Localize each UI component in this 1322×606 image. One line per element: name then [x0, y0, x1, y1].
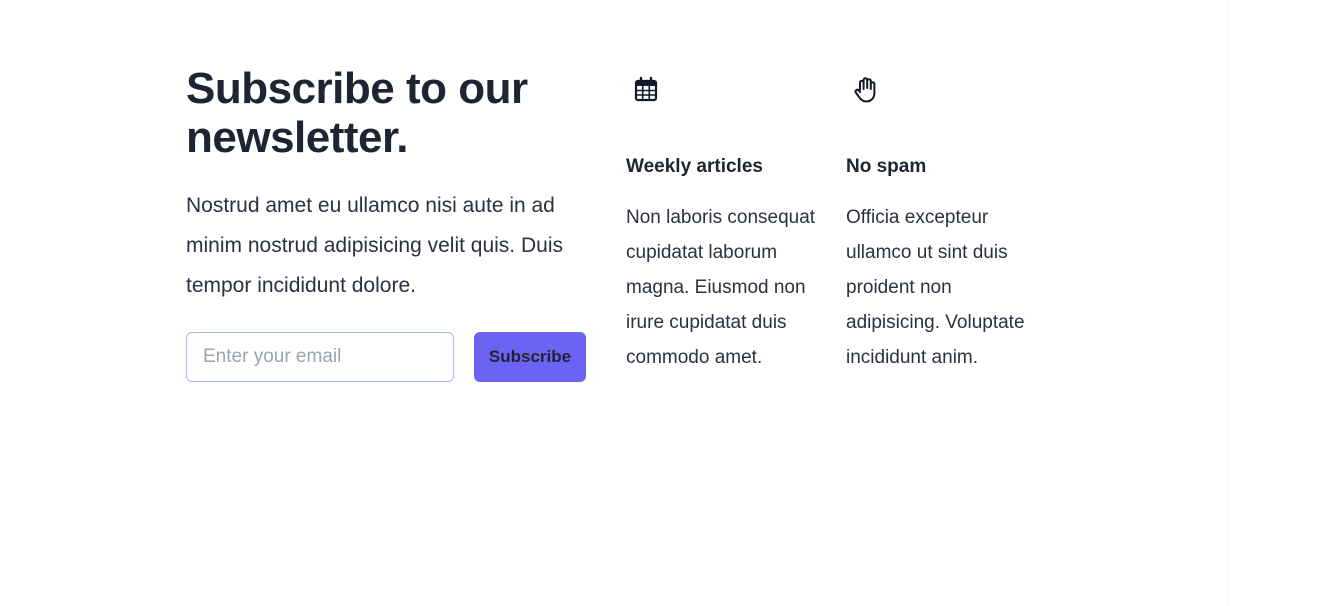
feature-text: Officia excepteur ullamco ut sint duis p… — [846, 207, 1025, 368]
subscribe-form: Subscribe — [186, 332, 586, 382]
feature-weekly-articles: Weekly articles Non laboris consequat cu… — [626, 74, 826, 375]
feature-text: Non laboris consequat cupidatat laborum … — [626, 207, 816, 368]
page-edge-divider — [1228, 0, 1229, 606]
calendar-icon — [632, 74, 672, 106]
newsletter-heading: Subscribe to our newsletter. — [186, 64, 528, 162]
feature-no-spam: No spam Officia excepteur ullamco ut sin… — [846, 74, 1046, 375]
hand-raised-icon — [852, 74, 892, 106]
feature-title: No spam — [846, 156, 927, 177]
newsletter-section: Subscribe to our newsletter. Nostrud ame… — [0, 0, 1322, 606]
subscribe-button[interactable]: Subscribe — [474, 332, 586, 382]
newsletter-signup: Subscribe to our newsletter. Nostrud ame… — [186, 64, 586, 382]
email-input[interactable] — [186, 332, 454, 382]
feature-title: Weekly articles — [626, 156, 763, 177]
newsletter-description: Nostrud amet eu ullamco nisi aute in ad … — [186, 194, 563, 297]
